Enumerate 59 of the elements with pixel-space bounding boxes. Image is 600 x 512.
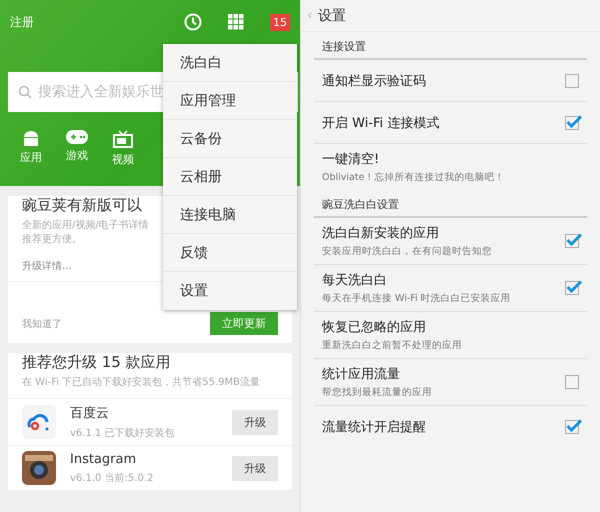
checkbox[interactable] xyxy=(565,234,579,248)
setting-description: 每天在手机连接 Wi-Fi 时洗白白已安装应用 xyxy=(322,292,512,305)
setting-title: 统计应用流量 xyxy=(322,366,401,383)
menu-item[interactable]: 反馈 xyxy=(163,234,297,272)
menu-item[interactable]: 洗白白 xyxy=(163,44,297,82)
card-description: 推荐更方便。 xyxy=(22,233,82,247)
settings-row[interactable]: 洗白白新安装的应用 安装应用时洗白白，在有问题时告知您 xyxy=(314,218,587,265)
camera-app-icon xyxy=(22,451,56,485)
setting-title: 洗白白新安装的应用 xyxy=(322,225,440,242)
settings-row[interactable]: 一键清空! Obliviate！忘掉所有连接过我的电脑吧！ xyxy=(314,144,587,190)
checkbox[interactable] xyxy=(565,116,579,130)
clock-icon[interactable] xyxy=(184,13,202,31)
setting-title: 一键清空! xyxy=(322,151,380,168)
menu-item[interactable]: 连接电脑 xyxy=(163,196,297,234)
menu-item[interactable]: 应用管理 xyxy=(163,82,297,120)
setting-description: 帮您找到最耗流量的应用 xyxy=(322,386,433,399)
section-header: 连接设置 xyxy=(314,32,587,60)
gamepad-icon xyxy=(66,130,88,144)
app-version: v6.1.1 已下载好安装包 xyxy=(70,426,176,440)
upgrade-button[interactable]: 升级 xyxy=(232,456,278,480)
app-name: 百度云 xyxy=(70,405,110,422)
checkbox[interactable] xyxy=(565,74,579,88)
checkmark-icon xyxy=(566,280,582,293)
checkmark-icon xyxy=(566,419,582,432)
checkmark-icon xyxy=(566,114,582,128)
setting-description: 安装应用时洗白白，在有问题时告知您 xyxy=(322,245,493,258)
card-title: 豌豆荚有新版可以 xyxy=(22,196,142,215)
page-title: 设置 xyxy=(318,6,346,24)
app-version: v6.1.0 当前:5.0.2 xyxy=(70,472,154,484)
app-name: Instagram xyxy=(70,452,138,466)
settings-row[interactable]: 开启 Wi-Fi 连接模式 xyxy=(314,102,587,144)
search-icon xyxy=(18,85,32,99)
section-header: 豌豆洗白白设置 xyxy=(314,190,587,218)
upgrade-button[interactable]: 升级 xyxy=(232,410,278,434)
settings-row[interactable]: 每天洗白白 每天在手机连接 Wi-Fi 时洗白白已安装应用 xyxy=(314,265,587,312)
setting-title: 每天洗白白 xyxy=(322,272,388,289)
grid-icon[interactable] xyxy=(228,14,244,30)
settings-row[interactable]: 恢复已忽略的应用 重新洗白白之前暂不处理的应用 xyxy=(314,312,587,359)
card-title: 推荐您升级 15 款应用 xyxy=(22,353,171,372)
checkbox[interactable] xyxy=(565,375,579,389)
card-subtitle: 在 Wi-Fi 下已自动下载好安装包，共节省55.9MB流量 xyxy=(22,376,260,390)
checkbox[interactable] xyxy=(565,281,579,295)
setting-description: 重新洗白白之前暂不处理的应用 xyxy=(322,339,463,352)
menu-item[interactable]: 云备份 xyxy=(163,120,297,158)
setting-title: 流量统计开启提醒 xyxy=(322,419,427,436)
settings-row[interactable]: 通知栏显示验证码 xyxy=(314,60,587,102)
card-description: 全新的应用/视频/电子书详情 xyxy=(22,219,149,233)
setting-description: Obliviate！忘掉所有连接过我的电脑吧！ xyxy=(322,171,506,184)
settings-row[interactable]: 统计应用流量 帮您找到最耗流量的应用 xyxy=(314,359,587,406)
notification-badge[interactable]: 15 xyxy=(270,14,290,30)
tv-icon xyxy=(113,130,133,148)
checkbox[interactable] xyxy=(565,420,579,434)
settings-row[interactable]: 流量统计开启提醒 xyxy=(314,406,587,448)
setting-title: 通知栏显示验证码 xyxy=(322,72,427,90)
setting-title: 恢复已忽略的应用 xyxy=(322,319,427,336)
cloud-app-icon xyxy=(22,405,56,439)
setting-title: 开启 Wi-Fi 连接模式 xyxy=(322,114,440,132)
checkmark-icon xyxy=(566,233,582,246)
menu-item[interactable]: 云相册 xyxy=(163,158,297,196)
